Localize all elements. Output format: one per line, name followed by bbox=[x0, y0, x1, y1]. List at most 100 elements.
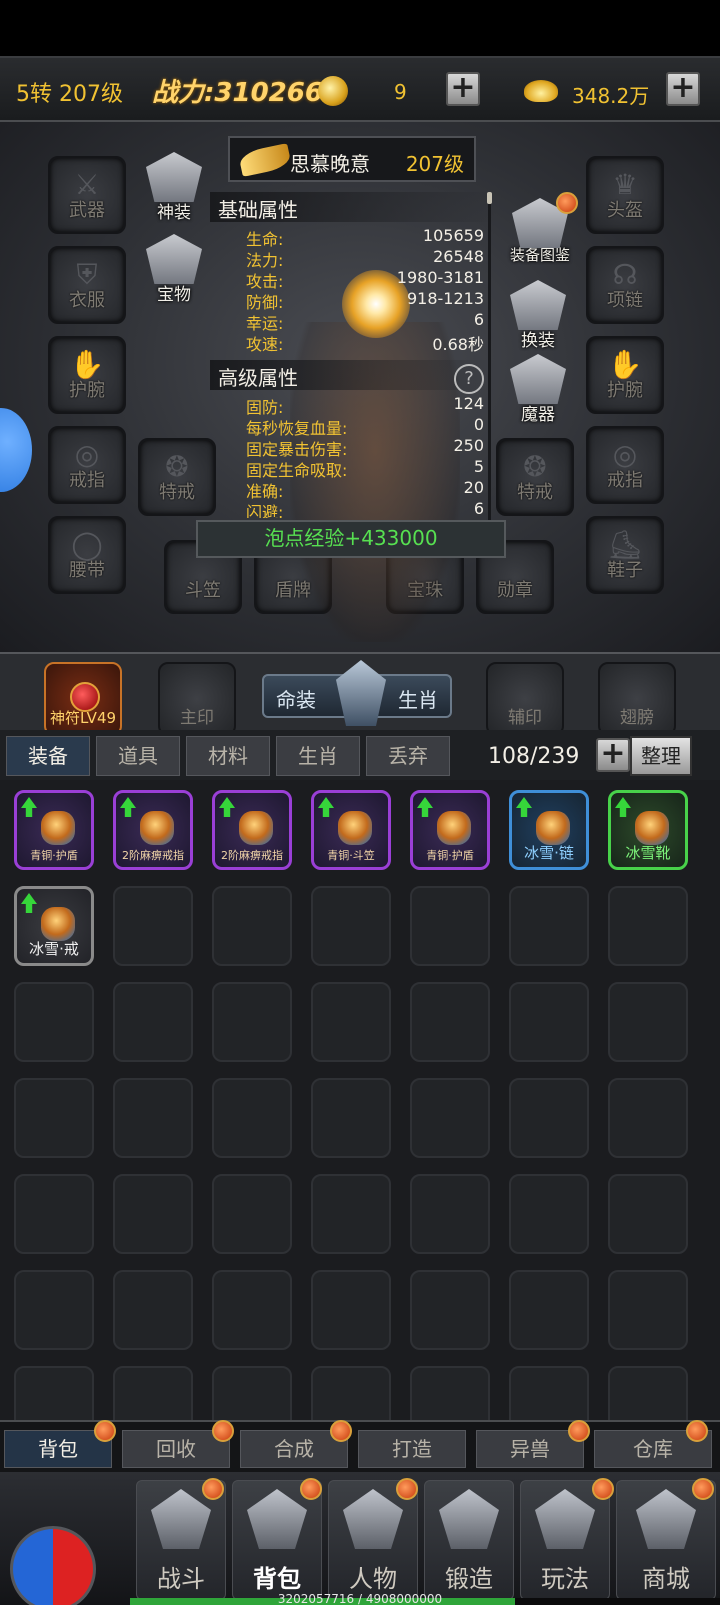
expand-bag-button[interactable]: + bbox=[596, 738, 630, 772]
inventory-slot-empty[interactable] bbox=[509, 1174, 589, 1254]
inventory-item[interactable]: 冰雪靴 bbox=[608, 790, 688, 870]
stats-scroll-thumb[interactable] bbox=[487, 192, 492, 204]
inventory-item[interactable]: 青铜·护盾 bbox=[14, 790, 94, 870]
inventory-slot-empty[interactable] bbox=[410, 982, 490, 1062]
inventory-slot-empty[interactable] bbox=[608, 1078, 688, 1158]
inventory-slot-empty[interactable] bbox=[212, 1174, 292, 1254]
demon-artifact-button[interactable]: 魔器 bbox=[500, 354, 576, 430]
inventory-slot-empty[interactable] bbox=[14, 1078, 94, 1158]
inventory-slot-empty[interactable] bbox=[113, 1366, 193, 1420]
inventory-slot-empty[interactable] bbox=[113, 982, 193, 1062]
help-icon[interactable]: ? bbox=[454, 364, 484, 394]
fate-gear-label[interactable]: 命装 bbox=[276, 684, 316, 713]
add-ingot-button[interactable]: + bbox=[666, 72, 700, 106]
inventory-slot-empty[interactable] bbox=[14, 1366, 94, 1420]
nav-forge[interactable]: 锻造 bbox=[424, 1480, 514, 1600]
divine-gear-button[interactable]: 神装 bbox=[136, 152, 212, 228]
inventory-slot-empty[interactable] bbox=[509, 1270, 589, 1350]
sort-button[interactable]: 整理 bbox=[630, 736, 692, 776]
inventory-slot-empty[interactable] bbox=[509, 1366, 589, 1420]
inventory-slot-empty[interactable] bbox=[608, 886, 688, 966]
slot-ring-left[interactable]: ◎ 戒指 bbox=[48, 426, 126, 504]
add-coin-button[interactable]: + bbox=[446, 72, 480, 106]
combat-power: 战力:310266 bbox=[152, 78, 323, 108]
stats-scrollbar[interactable] bbox=[488, 192, 491, 520]
subtab-forge[interactable]: 打造 bbox=[358, 1430, 466, 1468]
inventory-slot-empty[interactable] bbox=[212, 886, 292, 966]
slot-special-ring-right[interactable]: ❂ 特戒 bbox=[496, 438, 574, 516]
attribute-panel[interactable]: 基础属性 生命: 105659 法力: 26548 攻击: 1980-3181 防御:… bbox=[210, 192, 496, 518]
inventory-slot-empty[interactable] bbox=[509, 886, 589, 966]
inventory-slot-empty[interactable] bbox=[311, 1078, 391, 1158]
inventory-slot-empty[interactable] bbox=[14, 982, 94, 1062]
tab-zodiac[interactable]: 生肖 bbox=[276, 736, 360, 776]
stat-row: 法力: 26548 bbox=[246, 247, 484, 270]
slot-necklace[interactable]: ☊ 项链 bbox=[586, 246, 664, 324]
inventory-item[interactable]: 冰雪·戒 bbox=[14, 886, 94, 966]
item-icon bbox=[41, 907, 75, 941]
inventory-slot-empty[interactable] bbox=[311, 1270, 391, 1350]
divine-rune-tile[interactable]: 神符LV49 bbox=[44, 662, 122, 736]
inventory-slot-empty[interactable] bbox=[14, 1174, 94, 1254]
inventory-slot-empty[interactable] bbox=[212, 1366, 292, 1420]
inventory-slot-empty[interactable] bbox=[410, 1270, 490, 1350]
inventory-slot-empty[interactable] bbox=[410, 1174, 490, 1254]
zodiac-label[interactable]: 生肖 bbox=[398, 684, 438, 713]
inventory-slot-empty[interactable] bbox=[509, 1078, 589, 1158]
main-seal-tile[interactable]: 主印 bbox=[158, 662, 236, 736]
inventory-slot-empty[interactable] bbox=[311, 886, 391, 966]
helmet-icon bbox=[343, 1489, 403, 1549]
shop-icon bbox=[636, 1489, 696, 1549]
inventory-slot-empty[interactable] bbox=[113, 886, 193, 966]
inventory-slot-empty[interactable] bbox=[212, 1270, 292, 1350]
slot-helmet[interactable]: ♛ 头盔 bbox=[586, 156, 664, 234]
inventory-item[interactable]: 青铜·护盾 bbox=[410, 790, 490, 870]
slot-armor[interactable]: ⛨ 衣服 bbox=[48, 246, 126, 324]
tab-equipment[interactable]: 装备 bbox=[6, 736, 90, 776]
slot-weapon[interactable]: ⚔ 武器 bbox=[48, 156, 126, 234]
slot-bracer-right[interactable]: ✋ 护腕 bbox=[586, 336, 664, 414]
fate-zodiac-toggle[interactable]: 命装 生肖 bbox=[262, 660, 452, 726]
slot-belt[interactable]: ◯ 腰带 bbox=[48, 516, 126, 594]
item-name: 冰雪·链 bbox=[524, 844, 574, 862]
inventory-slot-empty[interactable] bbox=[212, 1078, 292, 1158]
inventory-slot-empty[interactable] bbox=[608, 1270, 688, 1350]
upgrade-arrow-icon bbox=[219, 797, 235, 817]
inventory-slot-empty[interactable] bbox=[113, 1270, 193, 1350]
tab-discard[interactable]: 丢弃 bbox=[366, 736, 450, 776]
item-icon bbox=[239, 811, 273, 845]
inventory-item[interactable]: 青铜·斗笠 bbox=[311, 790, 391, 870]
wings-tile[interactable]: 翅膀 bbox=[598, 662, 676, 736]
slot-special-ring-left[interactable]: ❂ 特戒 bbox=[138, 438, 216, 516]
item-icon bbox=[338, 811, 372, 845]
swap-outfit-button[interactable]: 换装 bbox=[500, 280, 576, 356]
inventory-slot-empty[interactable] bbox=[410, 1078, 490, 1158]
upgrade-arrow-icon bbox=[516, 797, 532, 817]
inventory-slot-empty[interactable] bbox=[14, 1270, 94, 1350]
inventory-slot-empty[interactable] bbox=[311, 1366, 391, 1420]
tab-items[interactable]: 道具 bbox=[96, 736, 180, 776]
inventory-slot-empty[interactable] bbox=[113, 1078, 193, 1158]
inventory-item[interactable]: 冰雪·链 bbox=[509, 790, 589, 870]
inventory-slot-empty[interactable] bbox=[113, 1174, 193, 1254]
inventory-slot-empty[interactable] bbox=[410, 886, 490, 966]
inventory-slot-empty[interactable] bbox=[212, 982, 292, 1062]
equipment-codex-button[interactable]: 装备图鉴 bbox=[500, 192, 580, 274]
tab-materials[interactable]: 材料 bbox=[186, 736, 270, 776]
inventory-slot-empty[interactable] bbox=[410, 1366, 490, 1420]
slot-bracer-left[interactable]: ✋ 护腕 bbox=[48, 336, 126, 414]
inventory-slot-empty[interactable] bbox=[608, 1174, 688, 1254]
inventory-slot-empty[interactable] bbox=[509, 982, 589, 1062]
inventory-slot-empty[interactable] bbox=[311, 1174, 391, 1254]
stat-row: 攻速: 0.68秒 bbox=[246, 335, 484, 354]
subtab-beast[interactable]: 异兽 bbox=[476, 1430, 584, 1468]
treasure-button[interactable]: 宝物 bbox=[136, 234, 212, 310]
inventory-item[interactable]: 2阶麻痹戒指 bbox=[113, 790, 193, 870]
inventory-slot-empty[interactable] bbox=[608, 982, 688, 1062]
assist-seal-tile[interactable]: 辅印 bbox=[486, 662, 564, 736]
inventory-item[interactable]: 2阶麻痹戒指 bbox=[212, 790, 292, 870]
slot-boots[interactable]: ⛸ 鞋子 bbox=[586, 516, 664, 594]
slot-ring-right[interactable]: ◎ 戒指 bbox=[586, 426, 664, 504]
inventory-slot-empty[interactable] bbox=[311, 982, 391, 1062]
inventory-slot-empty[interactable] bbox=[608, 1366, 688, 1420]
